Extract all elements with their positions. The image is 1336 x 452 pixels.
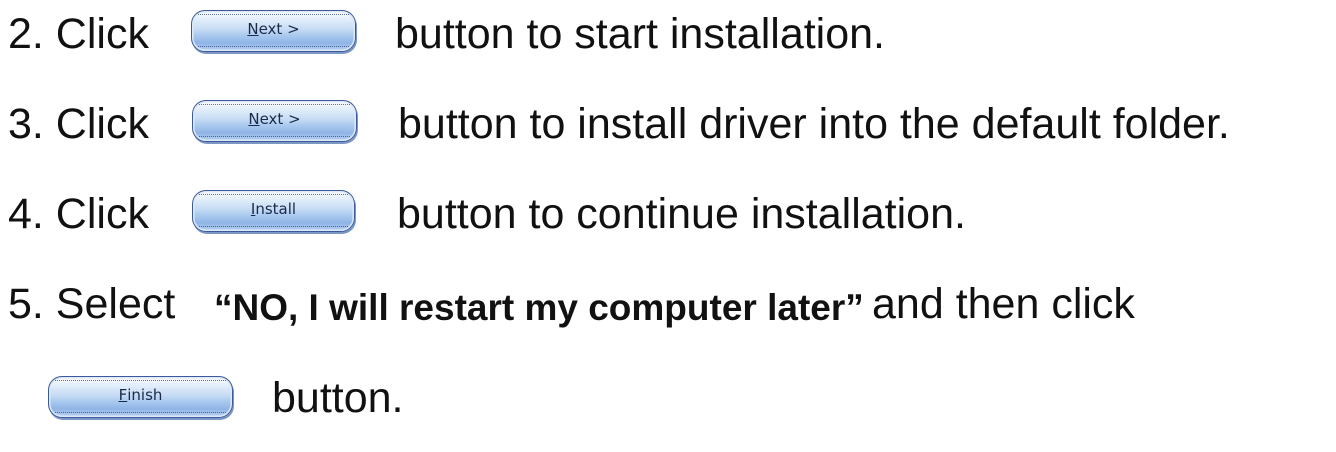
step-5-middle: and then click: [872, 280, 1135, 328]
step-5-option-text: “NO, I will restart my computer later”: [214, 287, 864, 328]
install-button-label: nstall: [255, 199, 297, 218]
step-3-prefix: 3. Click: [8, 100, 149, 148]
step-2-prefix: 2. Click: [8, 10, 149, 58]
next-button-label: ext >: [258, 19, 300, 38]
next-button-mnemonic: N: [248, 109, 260, 128]
step-5-continued: Finish button.: [0, 372, 1336, 424]
step-3-suffix: button to install driver into the defaul…: [398, 100, 1230, 148]
step-5: 5. Select “NO, I will restart my compute…: [0, 278, 1336, 330]
step-4: 4. Click Install button to continue inst…: [0, 188, 1336, 240]
step-2: 2. Click Next > button to start installa…: [0, 8, 1336, 60]
step-3: 3. Click Next > button to install driver…: [0, 98, 1336, 150]
finish-button[interactable]: Finish: [48, 376, 233, 418]
step-4-suffix: button to continue installation.: [397, 190, 966, 238]
step-5-prefix: 5. Select: [8, 280, 176, 328]
finish-button-mnemonic: F: [118, 385, 128, 404]
step-5-suffix: button.: [272, 374, 404, 422]
next-button-mnemonic: N: [247, 19, 259, 38]
step-4-prefix: 4. Click: [8, 190, 149, 238]
step-2-suffix: button to start installation.: [395, 10, 886, 58]
next-button[interactable]: Next >: [191, 10, 356, 52]
next-button-label: ext >: [259, 109, 301, 128]
install-button[interactable]: Install: [192, 190, 355, 232]
next-button[interactable]: Next >: [192, 100, 357, 142]
finish-button-label: inish: [127, 385, 163, 404]
